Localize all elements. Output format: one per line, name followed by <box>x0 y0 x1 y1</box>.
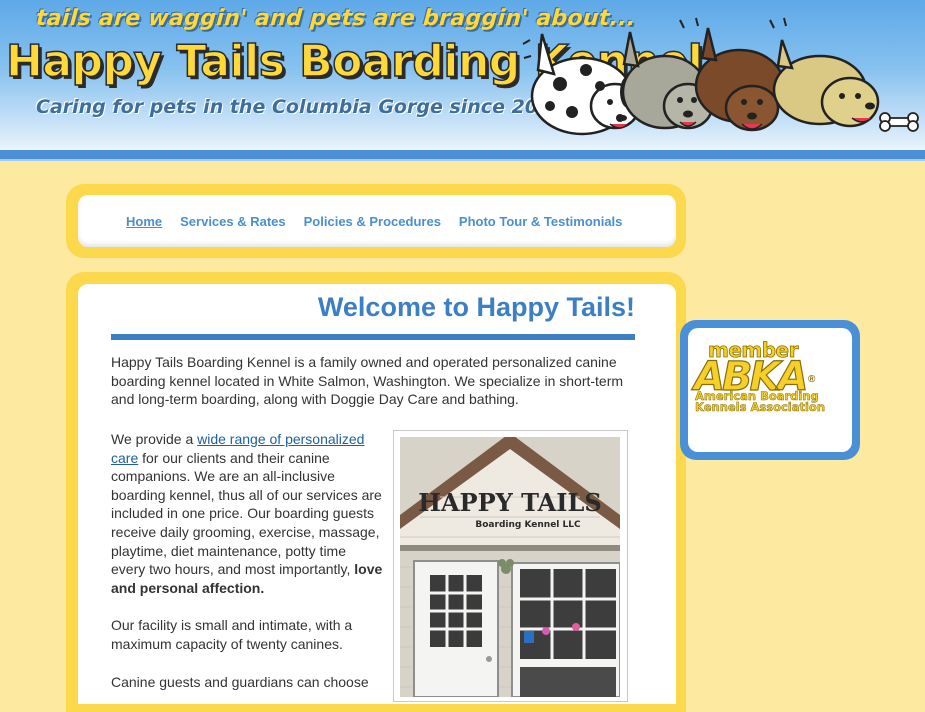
abka-org-line2: Kennels Association <box>695 400 826 414</box>
cartoon-dogs-illustration <box>522 17 919 136</box>
nav-link-services-rates[interactable]: Services & Rates <box>180 214 286 229</box>
site-header: tails are waggin' and pets are braggin' … <box>0 0 925 150</box>
main-navigation: Home Services & Rates Policies & Procedu… <box>126 214 640 229</box>
kennel-building-photo: HAPPY TAILS Boarding Kennel LLC <box>400 437 620 697</box>
intro-paragraph: Happy Tails Boarding Kennel is a family … <box>111 354 624 408</box>
services-paragraph: We provide a wide range of personalized … <box>111 430 383 597</box>
facility-paragraph: Our facility is small and intimate, with… <box>111 617 353 652</box>
page-title: Welcome to Happy Tails! <box>317 292 635 322</box>
abka-organization-name: American Boarding Kennels Association <box>695 390 845 414</box>
services-text-body: for our clients and their canine compani… <box>111 449 382 578</box>
kennel-building-illustration: HAPPY TAILS Boarding Kennel LLC <box>400 437 620 697</box>
header-subtagline: Caring for pets in the Columbia Gorge si… <box>36 96 565 118</box>
yellow-lab-dog-icon <box>772 39 880 128</box>
nav-link-photo-tour-testimonials[interactable]: Photo Tour & Testimonials <box>459 214 622 229</box>
nav-link-policies-procedures[interactable]: Policies & Procedures <box>304 214 441 229</box>
kennel-sign-line2: Boarding Kennel LLC <box>475 520 581 530</box>
kennel-sign-line1: HAPPY TAILS <box>418 488 601 517</box>
title-underline <box>111 334 635 340</box>
registered-mark: ® <box>808 374 816 385</box>
nav-link-home[interactable]: Home <box>126 214 162 229</box>
guests-paragraph: Canine guests and guardians can choose <box>111 674 369 690</box>
dog-bone-icon <box>879 112 919 132</box>
header-divider <box>0 150 925 161</box>
services-text-start: We provide a <box>111 431 198 447</box>
